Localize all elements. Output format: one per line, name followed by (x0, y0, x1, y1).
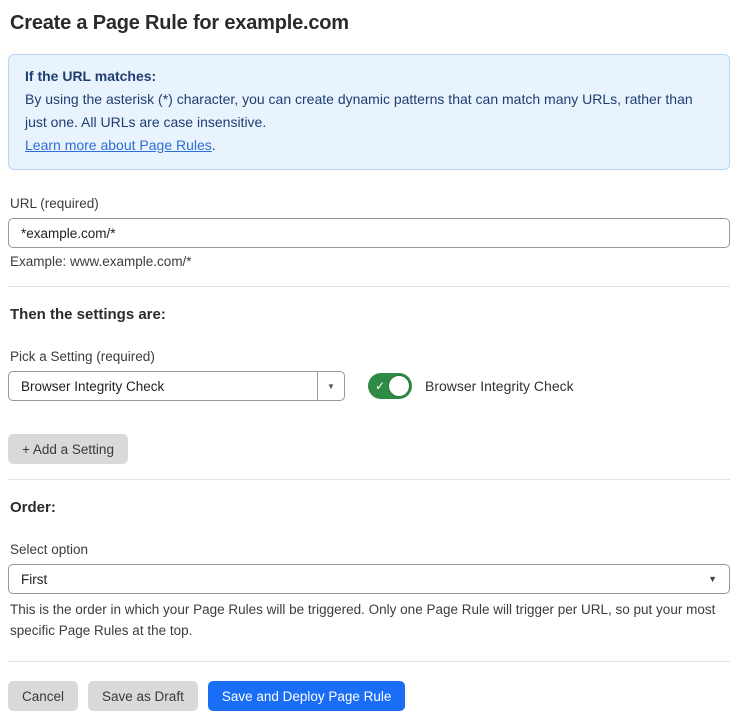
setting-picker-label: Pick a Setting (required) (10, 349, 730, 364)
save-draft-button[interactable]: Save as Draft (88, 681, 198, 711)
setting-select-arrow-button[interactable]: ▼ (317, 372, 344, 400)
settings-section-heading: Then the settings are: (10, 306, 730, 323)
page-rule-form: Create a Page Rule for example.com If th… (0, 0, 750, 711)
divider (8, 479, 730, 480)
order-select[interactable]: First ▼ (8, 564, 730, 594)
divider (8, 286, 730, 287)
info-box-link-line: Learn more about Page Rules. (25, 134, 713, 157)
chevron-down-icon: ▼ (327, 382, 335, 391)
toggle-knob (388, 375, 410, 397)
url-example-helper: Example: www.example.com/* (10, 254, 730, 269)
page-title: Create a Page Rule for example.com (10, 12, 730, 35)
order-section-heading: Order: (10, 499, 730, 516)
url-field-label: URL (required) (10, 196, 730, 211)
setting-select[interactable]: Browser Integrity Check ▼ (8, 371, 345, 401)
cancel-button[interactable]: Cancel (8, 681, 78, 711)
url-match-info-box: If the URL matches: By using the asteris… (8, 54, 730, 170)
setting-toggle-label: Browser Integrity Check (425, 378, 574, 394)
setting-select-value: Browser Integrity Check (9, 379, 317, 394)
link-suffix: . (212, 137, 216, 153)
chevron-down-icon: ▼ (708, 574, 729, 584)
setting-row: Browser Integrity Check ▼ ✓ Browser Inte… (8, 371, 730, 401)
check-icon: ✓ (375, 380, 385, 392)
order-select-value: First (9, 572, 708, 587)
form-actions: Cancel Save as Draft Save and Deploy Pag… (8, 681, 730, 711)
order-helper-text: This is the order in which your Page Rul… (10, 599, 732, 641)
info-box-heading: If the URL matches: (25, 65, 713, 88)
info-box-body: By using the asterisk (*) character, you… (25, 88, 713, 134)
add-setting-button[interactable]: + Add a Setting (8, 434, 128, 464)
order-select-label: Select option (10, 542, 730, 557)
setting-toggle[interactable]: ✓ (368, 373, 412, 399)
url-input[interactable] (8, 218, 730, 248)
divider (8, 661, 730, 662)
learn-more-link[interactable]: Learn more about Page Rules (25, 137, 212, 153)
save-deploy-button[interactable]: Save and Deploy Page Rule (208, 681, 406, 711)
